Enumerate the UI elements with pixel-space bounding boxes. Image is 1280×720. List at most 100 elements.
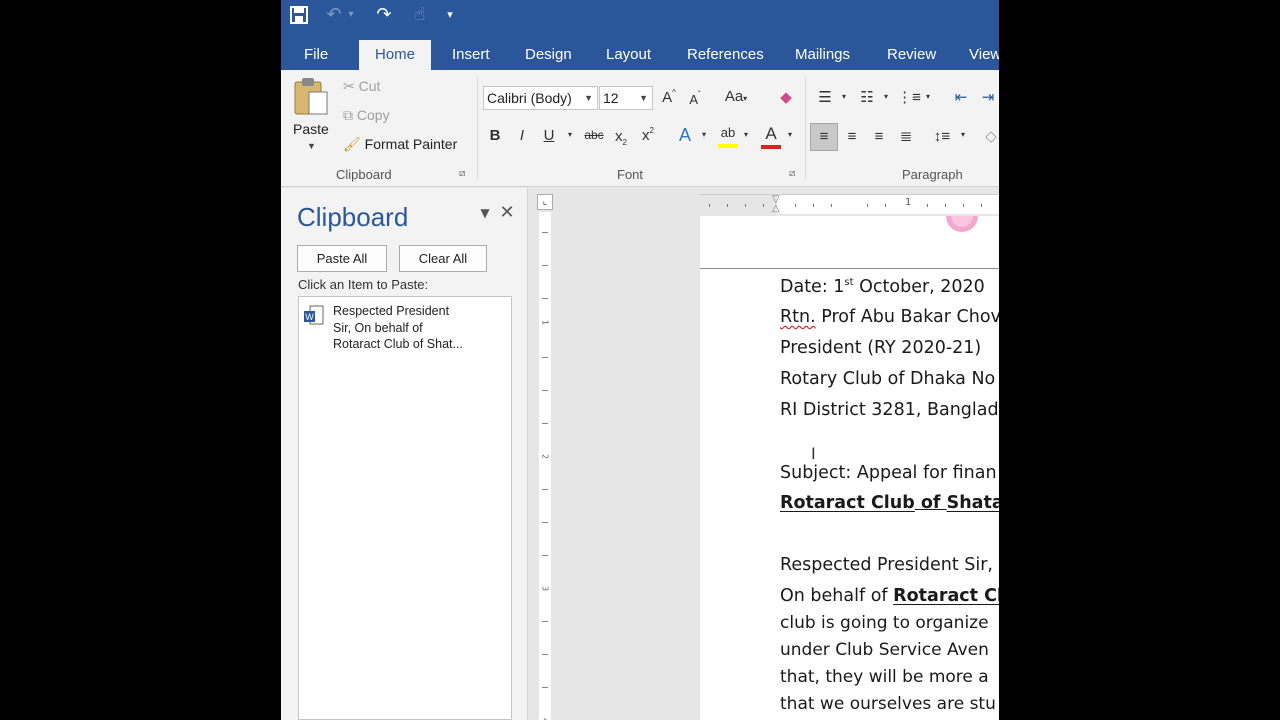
ruler-number: 3 (540, 585, 550, 592)
numbering-icon[interactable]: ☷ (855, 88, 879, 106)
line-spacing-icon[interactable]: ↕≡ (931, 125, 953, 149)
chevron-down-icon[interactable]: ▾ (881, 92, 891, 101)
font-family-combo[interactable]: Calibri (Body) ▼ (483, 86, 598, 110)
chevron-down-icon[interactable]: ▾ (958, 130, 968, 139)
chevron-down-icon[interactable]: ▾ (699, 130, 709, 139)
tab-layout[interactable]: Layout (590, 40, 667, 70)
tab-mailings[interactable]: Mailings (779, 40, 866, 70)
font-color-icon[interactable]: A (760, 124, 782, 149)
clear-all-button[interactable]: Clear All (399, 245, 487, 272)
body-line: that we ourselves are stu (780, 694, 996, 714)
date-line: Date: 1st October, 2020 (780, 277, 985, 297)
separator (477, 76, 478, 180)
subscript-icon[interactable]: x2 (611, 128, 631, 147)
ruler-number: 1 (540, 319, 550, 326)
svg-text:W: W (305, 312, 314, 322)
font-launcher-icon[interactable]: ⧄ (789, 168, 795, 179)
club-line: Rotary Club of Dhaka No (780, 369, 996, 389)
tab-insert[interactable]: Insert (436, 40, 506, 70)
cut-button[interactable]: ✂ Cut (343, 78, 380, 95)
district-line: RI District 3281, Banglad (780, 400, 999, 420)
save-icon[interactable] (288, 3, 310, 27)
change-case-icon[interactable]: Aa▾ (721, 88, 751, 105)
workspace: Clipboard ▼ ✕ Paste All Clear All Click … (281, 188, 999, 720)
vertical-ruler: ⌞ 1 2 3 4 (534, 188, 556, 720)
designation-line: President (RY 2020-21) (780, 338, 982, 358)
tab-view[interactable]: View (953, 40, 999, 70)
bold-icon[interactable]: B (487, 127, 503, 144)
indent-marker-icon[interactable]: ▽ △ (772, 195, 780, 214)
body-line: club is going to organize (780, 613, 989, 633)
quick-access-toolbar: ↶ ▾ ↷ ☝ ▾ (281, 0, 999, 30)
increase-indent-icon[interactable]: ⇥ (977, 88, 999, 106)
redo-icon[interactable]: ↷ (373, 3, 395, 27)
copy-button[interactable]: ⧉ Copy (343, 107, 390, 124)
chevron-down-icon: ▼ (584, 93, 593, 103)
align-left-icon[interactable]: ≡ (810, 123, 838, 151)
tab-file[interactable]: File (288, 40, 344, 70)
font-group-label: Font (617, 167, 644, 182)
format-painter-button[interactable]: 🖌 Format Painter (343, 136, 457, 153)
chevron-down-icon[interactable]: ▾ (785, 130, 795, 139)
chevron-down-icon: ▼ (639, 93, 648, 103)
tab-selector-icon[interactable]: ⌞ (537, 194, 553, 210)
word-window: ↶ ▾ ↷ ☝ ▾ File Home Insert Design Layout… (281, 0, 999, 720)
chevron-down-icon[interactable]: ▾ (839, 92, 849, 101)
decrease-indent-icon[interactable]: ⇤ (949, 88, 973, 106)
italic-icon[interactable]: I (514, 127, 530, 144)
bullets-icon[interactable]: ☰ (813, 88, 837, 106)
ruler-number: 2 (540, 453, 550, 460)
superscript-icon[interactable]: x2 (638, 126, 658, 144)
ribbon: Paste ▼ ✂ Cut ⧉ Copy 🖌 Format Painter Cl… (281, 70, 999, 187)
customize-toolbar-icon[interactable]: ▾ (443, 3, 457, 27)
document-page[interactable]: Date: 1st October, 2020 Rtn. Prof Abu Ba… (700, 216, 999, 720)
touch-mode-icon[interactable]: ☝ (409, 3, 431, 27)
pane-hint: Click an Item to Paste: (298, 277, 429, 292)
paste-button[interactable]: Paste ▼ (291, 76, 335, 156)
pane-title: Clipboard (297, 202, 409, 232)
subject-line: Subject: Appeal for finan (780, 463, 997, 483)
tab-design[interactable]: Design (509, 40, 588, 70)
chevron-down-icon[interactable]: ▾ (741, 130, 751, 139)
chevron-down-icon[interactable]: ▾ (923, 92, 933, 101)
separator (805, 76, 806, 180)
clipboard-launcher-icon[interactable]: ⧄ (459, 168, 465, 179)
body-line: On behalf of Rotaract Clu (780, 586, 999, 606)
clear-formatting-icon[interactable]: ◆ (776, 88, 796, 106)
align-right-icon[interactable]: ≡ (867, 125, 891, 149)
font-size-combo[interactable]: 12 ▼ (599, 86, 653, 110)
clipboard-item[interactable]: W Respected President Sir, On behalf of … (303, 303, 503, 357)
paintbrush-icon: 🖌 (343, 136, 361, 152)
shrink-font-icon[interactable]: Aˇ (685, 90, 705, 107)
pane-options-icon[interactable]: ▼ (477, 206, 493, 220)
tab-references[interactable]: References (671, 40, 780, 70)
tab-review[interactable]: Review (871, 40, 952, 70)
underline-dropdown-icon[interactable]: ▾ (565, 130, 575, 139)
multilevel-list-icon[interactable]: ⋮≡ (897, 88, 921, 106)
salutation-line: Respected President Sir, (780, 555, 993, 575)
tab-home[interactable]: Home (359, 40, 432, 70)
clipboard-item-line: Respected President (333, 304, 450, 318)
ruler-number: 1 (905, 197, 912, 208)
copy-icon: ⧉ (343, 107, 353, 123)
underline-icon[interactable]: U (541, 127, 557, 144)
subject-club-line: Rotaract Club of Shatais (780, 493, 999, 513)
highlight-icon[interactable]: ab (717, 124, 739, 148)
clipboard-group-label: Clipboard (336, 167, 392, 182)
paste-all-button[interactable]: Paste All (297, 245, 387, 272)
ribbon-tabs: File Home Insert Design Layout Reference… (281, 30, 999, 70)
shading-icon[interactable]: ◇ (983, 125, 999, 149)
clipboard-item-line: Sir, On behalf of (333, 320, 423, 335)
strikethrough-icon[interactable]: abc (581, 128, 607, 142)
undo-icon[interactable]: ↶ (323, 3, 345, 27)
justify-icon[interactable]: ≣ (894, 125, 918, 149)
close-icon[interactable]: ✕ (497, 202, 517, 223)
recipient-line: Rtn. Prof Abu Bakar Chov (780, 307, 999, 327)
body-line: that, they will be more a (780, 667, 989, 687)
paragraph-group-label: Paragraph (902, 167, 963, 182)
text-effects-icon[interactable]: A (675, 125, 695, 146)
undo-dropdown-icon[interactable]: ▾ (346, 3, 356, 27)
center-icon[interactable]: ≡ (840, 125, 864, 149)
grow-font-icon[interactable]: A^ (659, 88, 679, 106)
clipboard-item-line: Rotaract Club of Shat... (333, 337, 463, 351)
